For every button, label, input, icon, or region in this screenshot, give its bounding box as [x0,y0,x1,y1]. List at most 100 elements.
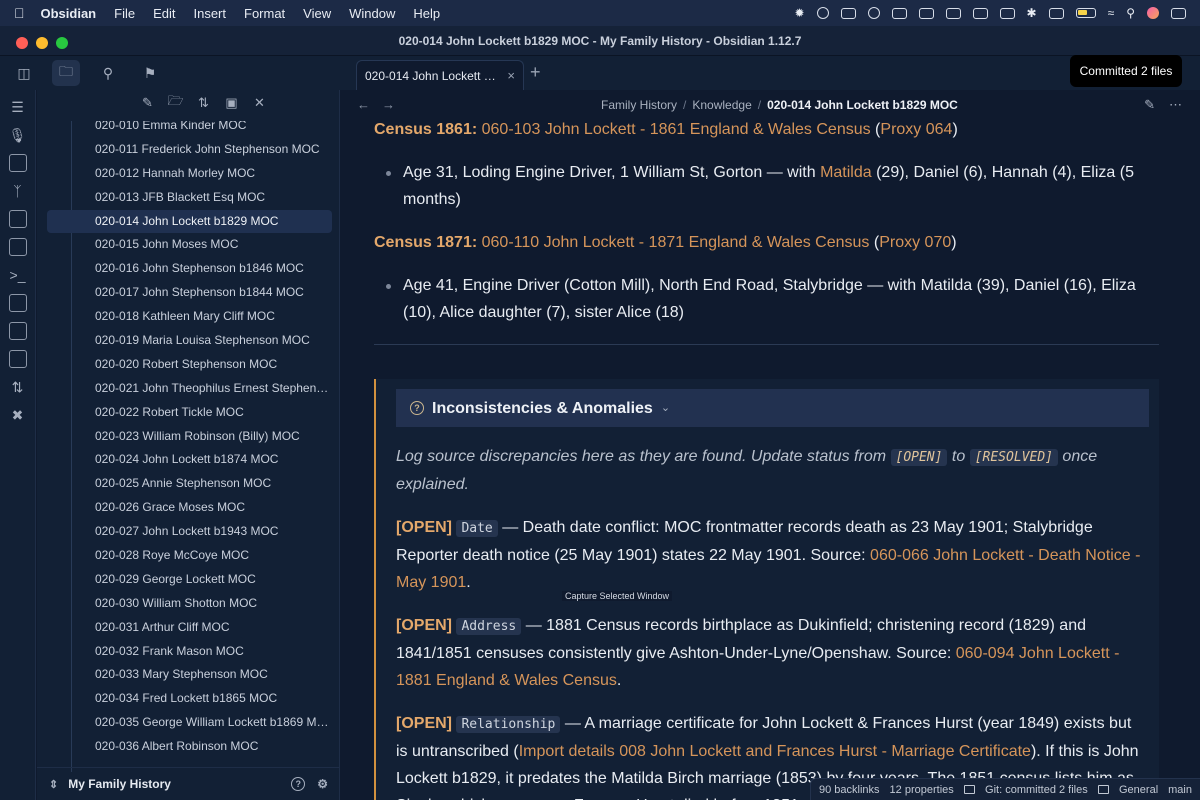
keyboard-icon[interactable] [1048,7,1064,19]
help-icon[interactable]: ? [291,777,306,791]
toggle-sidebar-icon[interactable]: ◫ [10,60,38,86]
git-branch-icon[interactable]: ᛉ [9,182,27,200]
breadcrumb-current-note[interactable]: 020-014 John Lockett b1829 MOC [767,98,958,112]
menu-insert[interactable]: Insert [193,6,226,21]
chevron-down-icon[interactable]: ⌄ [661,395,670,422]
sort-icon[interactable]: ⇅ [196,95,212,111]
layout-icon[interactable] [8,294,27,312]
sun-icon[interactable]: ✹ [794,6,804,20]
file-explorer-icon[interactable]: 🗀 [52,60,80,86]
matilda-link[interactable]: Matilda [820,164,872,181]
git-status[interactable]: Git: committed 2 files [985,784,1088,796]
breadcrumb-family-history[interactable]: Family History [601,98,677,112]
census-1861-link[interactable]: 060-103 John Lockett - 1861 England & Wa… [482,121,871,138]
status-circle-icon[interactable] [816,7,829,19]
git-compare-icon[interactable]: ⇅ [9,378,27,396]
menu-file[interactable]: File [114,6,135,21]
menu-window[interactable]: Window [349,6,395,21]
file-item[interactable]: 020-023 William Robinson (Billy) MOC [37,425,332,449]
file-item[interactable]: 020-022 Robert Tickle MOC [37,401,332,425]
wifi-icon[interactable]: ≈ [1108,6,1115,20]
spotlight-search-icon[interactable]: ⚲ [1126,6,1135,20]
copy-files-icon[interactable] [8,238,27,256]
zoom-window-button[interactable] [56,37,68,49]
menu-help[interactable]: Help [413,6,440,21]
user-avatar-icon[interactable] [1147,7,1159,19]
callout-header[interactable]: ? Inconsistencies & Anomalies ⌄ [396,389,1149,427]
close-tab-icon[interactable]: × [507,68,515,83]
list-icon[interactable]: ☰ [9,98,27,116]
kanban-icon[interactable] [8,322,27,340]
menu-edit[interactable]: Edit [153,6,175,21]
backlinks-count[interactable]: 90 backlinks [819,784,880,796]
file-item[interactable]: 020-018 Kathleen Mary Cliff MOC [37,305,332,329]
window-icon[interactable] [891,7,907,19]
layout-name[interactable]: General [1119,784,1158,796]
file-item[interactable]: 020-011 Frederick John Stephenson MOC [37,138,332,162]
file-item[interactable]: 020-012 Hannah Morley MOC [37,162,332,186]
file-item[interactable]: 020-029 George Lockett MOC [37,568,332,592]
car-icon[interactable] [945,7,961,19]
file-item[interactable]: 020-020 Robert Stephenson MOC [37,353,332,377]
bluetooth-icon[interactable]: ✱ [1027,6,1037,20]
shield-icon[interactable] [867,7,880,19]
git-branch[interactable]: main [1168,784,1192,796]
terminal-icon[interactable]: >_ [9,266,27,284]
battery-icon[interactable] [1075,8,1096,18]
collapse-icon[interactable]: ▣ [224,95,240,111]
file-item[interactable]: 020-031 Arthur Cliff MOC [37,616,332,640]
control-center-icon[interactable] [1171,7,1186,19]
census-1871-link[interactable]: 060-110 John Lockett - 1871 England & Wa… [482,234,870,251]
menu-format[interactable]: Format [244,6,285,21]
search-icon[interactable]: ⚲ [94,60,122,86]
more-options-icon[interactable]: ⋯ [1169,97,1182,113]
file-item[interactable]: 020-016 John Stephenson b1846 MOC [37,257,332,281]
card-icon[interactable] [999,7,1015,19]
file-item[interactable]: 020-033 Mary Stephenson MOC [37,663,332,687]
new-tab-button[interactable]: + [530,62,541,83]
file-item-active[interactable]: 020-014 John Lockett b1829 MOC [47,209,332,234]
file-item[interactable]: 020-027 John Lockett b1943 MOC [37,520,332,544]
vault-switcher[interactable]: ⇕ My Family History ? ⚙ [37,767,340,800]
gear-icon[interactable]: ⚙ [317,777,328,791]
bookmark-icon[interactable]: ⚑ [136,60,164,86]
forward-arrow-icon[interactable]: → [382,97,395,112]
menu-app-name[interactable]: Obsidian [41,6,97,21]
breadcrumb-knowledge[interactable]: Knowledge [692,98,751,112]
file-item[interactable]: 020-024 John Lockett b1874 MOC [37,448,332,472]
apple-logo-icon[interactable]:  [14,5,25,21]
file-item[interactable]: 020-017 John Stephenson b1844 MOC [37,281,332,305]
new-folder-icon[interactable]: 🗁 [167,93,183,111]
copy-icon[interactable] [918,7,934,19]
file-item[interactable]: 020-034 Fred Lockett b1865 MOC [37,687,332,711]
back-arrow-icon[interactable]: ← [357,97,370,112]
book-icon[interactable] [963,785,976,794]
file-item[interactable]: 020-013 JFB Blackett Esq MOC [37,186,332,210]
screens-icon[interactable] [972,7,988,19]
close-window-button[interactable] [16,37,28,49]
tools-icon[interactable]: ✖ [9,406,27,424]
file-item[interactable]: 020-021 John Theophilus Ernest Stephenso… [37,377,332,401]
file-item[interactable]: 020-036 Albert Robinson MOC [37,735,332,759]
file-item[interactable]: 020-032 Frank Mason MOC [37,640,332,664]
minimize-window-button[interactable] [36,37,48,49]
edit-pencil-icon[interactable]: ✎ [1144,97,1155,113]
file-item[interactable]: 020-019 Maria Louisa Stephenson MOC [37,329,332,353]
document-icon[interactable] [8,154,27,172]
grid-icon[interactable] [8,210,27,228]
file-item[interactable]: 020-030 William Shotton MOC [37,592,332,616]
layout-icon[interactable] [1097,785,1109,794]
file-item[interactable]: 020-010 Emma Kinder MOC [37,121,332,138]
presentation-icon[interactable] [8,350,27,368]
proxy-070-link[interactable]: Proxy 070 [879,234,951,251]
properties-count[interactable]: 12 properties [890,784,954,796]
file-item[interactable]: 020-025 Annie Stephenson MOC [37,472,332,496]
marriage-certificate-link[interactable]: Import details 008 John Lockett and Fran… [519,743,1031,760]
display-icon[interactable] [840,7,856,19]
file-item[interactable]: 020-015 John Moses MOC [37,233,332,257]
file-item[interactable]: 020-035 George William Lockett b1869 MOC [37,711,332,735]
menu-view[interactable]: View [303,6,331,21]
file-item[interactable]: 020-028 Roye McCoye MOC [37,544,332,568]
proxy-064-link[interactable]: Proxy 064 [880,121,952,138]
microphone-icon[interactable]: 🎙 [9,126,27,144]
